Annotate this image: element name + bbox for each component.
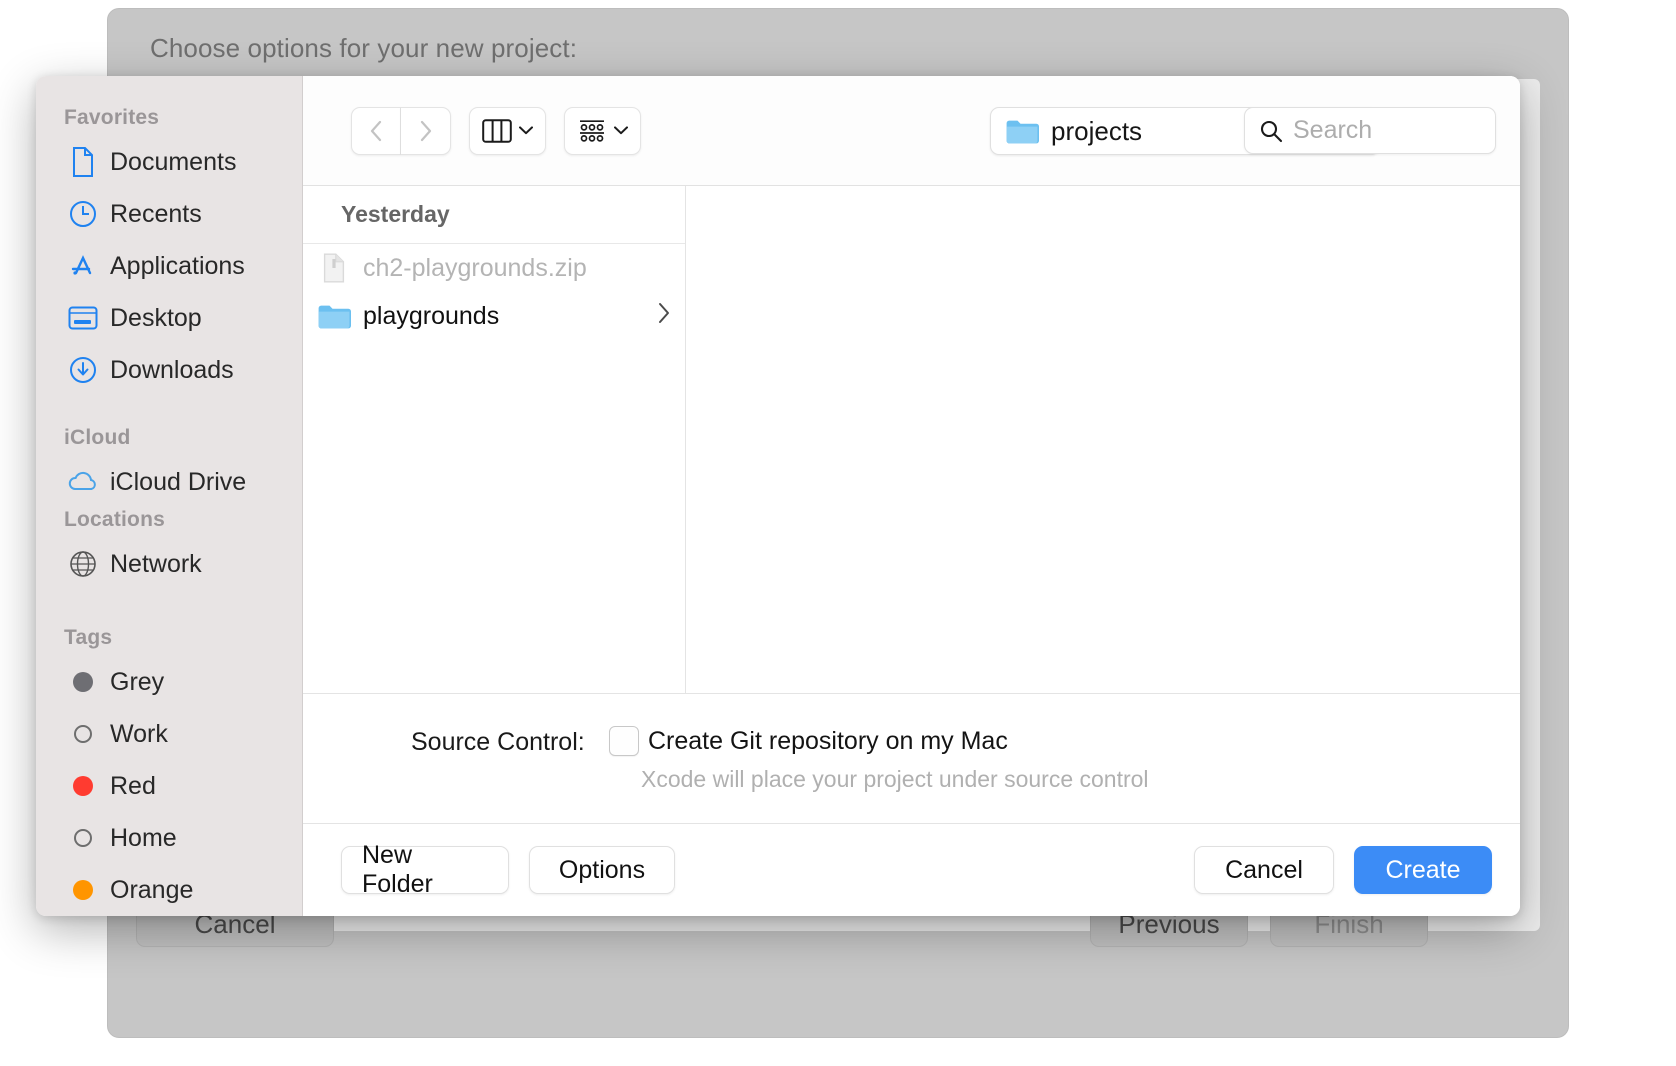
sidebar-item-label: Desktop <box>110 304 202 333</box>
folder-icon <box>317 303 351 330</box>
sidebar-item-documents[interactable]: Documents <box>36 136 302 188</box>
sidebar-item-applications[interactable]: Applications <box>36 240 302 292</box>
accessory-view: Source Control: Create Git repository on… <box>303 694 1520 824</box>
sidebar-item-downloads[interactable]: Downloads <box>36 344 302 396</box>
tag-dot-icon <box>66 776 100 796</box>
sidebar-item-desktop[interactable]: Desktop <box>36 292 302 344</box>
sidebar-section-header-icloud: iCloud <box>36 426 302 456</box>
chevron-down-icon <box>614 126 628 135</box>
sidebar-item-label: Home <box>110 824 177 853</box>
sidebar-section-header-locations: Locations <box>36 508 302 538</box>
sidebar-item-icloud-drive[interactable]: iCloud Drive <box>36 456 302 508</box>
sidebar: Favorites Documents Recents Applications <box>36 76 303 916</box>
column-view-icon <box>482 119 512 143</box>
sidebar-item-tag-red[interactable]: Red <box>36 760 302 812</box>
chevron-down-icon <box>519 126 533 135</box>
footer-bar: New Folder Options Cancel Create <box>303 824 1520 916</box>
screen-root: Choose options for your new project: Can… <box>0 0 1676 1066</box>
search-icon <box>1259 119 1283 143</box>
folder-icon <box>1005 118 1039 145</box>
sidebar-item-tag-grey[interactable]: Grey <box>36 656 302 708</box>
sidebar-item-network[interactable]: Network <box>36 538 302 590</box>
forward-button[interactable] <box>401 107 451 155</box>
desktop-icon <box>66 306 100 330</box>
sidebar-item-label: Grey <box>110 668 164 697</box>
tag-dot-icon <box>66 880 100 900</box>
sidebar-item-label: iCloud Drive <box>110 468 246 497</box>
archive-file-icon <box>317 253 351 283</box>
sidebar-item-label: Work <box>110 720 168 749</box>
new-folder-button[interactable]: New Folder <box>341 846 509 894</box>
list-item-label: playgrounds <box>363 302 499 331</box>
chevron-right-icon <box>418 119 434 143</box>
sheet-main: projects Yesterday <box>303 76 1520 916</box>
sidebar-item-label: Documents <box>110 148 236 177</box>
search-input[interactable] <box>1293 116 1463 145</box>
browser-preview-column <box>686 186 1520 693</box>
source-control-label: Source Control: <box>411 728 585 757</box>
create-git-repository-label: Create Git repository on my Mac <box>648 727 1008 756</box>
sidebar-item-label: Orange <box>110 876 193 905</box>
tag-dot-icon <box>66 672 100 692</box>
path-popup-label: projects <box>1051 116 1142 147</box>
cloud-icon <box>66 471 100 493</box>
sidebar-item-tag-work[interactable]: Work <box>36 708 302 760</box>
create-git-repository-checkbox[interactable] <box>609 726 639 756</box>
document-icon <box>66 147 100 177</box>
footer-primary-actions: Cancel Create <box>1194 846 1492 894</box>
list-item[interactable]: playgrounds <box>303 292 685 340</box>
toolbar: projects <box>303 76 1520 186</box>
cancel-button[interactable]: Cancel <box>1194 846 1334 894</box>
sidebar-item-label: Recents <box>110 200 202 229</box>
source-control-help-text: Xcode will place your project under sour… <box>641 766 1149 793</box>
chevron-left-icon <box>368 119 384 143</box>
sidebar-item-label: Downloads <box>110 356 234 385</box>
sidebar-section-header-favorites: Favorites <box>36 106 302 136</box>
list-item: ch2-playgrounds.zip <box>303 244 685 292</box>
sidebar-item-recents[interactable]: Recents <box>36 188 302 240</box>
download-icon <box>66 356 100 384</box>
tag-dot-icon <box>66 829 100 847</box>
sidebar-item-label: Red <box>110 772 156 801</box>
view-mode-button[interactable] <box>469 107 546 155</box>
sidebar-section-header-tags: Tags <box>36 626 302 656</box>
background-prompt: Choose options for your new project: <box>150 33 577 64</box>
group-by-button[interactable] <box>564 107 641 155</box>
sidebar-item-tag-orange[interactable]: Orange <box>36 864 302 916</box>
browser-column[interactable]: Yesterday ch2-playgrounds.zip <box>303 186 686 693</box>
sidebar-item-label: Applications <box>110 252 245 281</box>
options-button[interactable]: Options <box>529 846 675 894</box>
search-field[interactable] <box>1244 107 1496 154</box>
group-by-icon <box>577 119 607 143</box>
globe-icon <box>66 550 100 578</box>
clock-icon <box>66 200 100 228</box>
group-header: Yesterday <box>303 186 685 244</box>
back-button[interactable] <box>351 107 401 155</box>
list-item-label: ch2-playgrounds.zip <box>363 254 587 283</box>
create-button[interactable]: Create <box>1354 846 1492 894</box>
sidebar-item-tag-home[interactable]: Home <box>36 812 302 864</box>
chevron-right-icon <box>657 302 671 331</box>
file-browser: Yesterday ch2-playgrounds.zip <box>303 186 1520 694</box>
save-panel-sheet: Favorites Documents Recents Applications <box>36 76 1520 916</box>
tag-dot-icon <box>66 725 100 743</box>
app-store-icon <box>66 252 100 280</box>
navigation-buttons <box>351 107 451 155</box>
sidebar-item-label: Network <box>110 550 202 579</box>
